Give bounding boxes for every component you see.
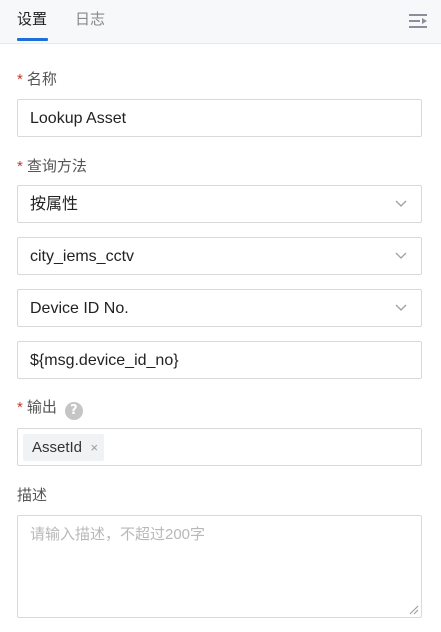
output-label-text: 输出: [26, 399, 57, 416]
collection-select[interactable]: city_iems_cctv: [17, 237, 422, 275]
required-mark: *: [17, 71, 23, 88]
tab-logs[interactable]: 日志: [75, 10, 105, 30]
output-tag: AssetId ×: [23, 434, 105, 461]
chevron-down-icon: [395, 252, 407, 259]
query-method-label-text: 查询方法: [26, 158, 87, 175]
attribute-select[interactable]: Device ID No.: [17, 289, 422, 327]
collection-value: city_iems_cctv: [30, 248, 135, 265]
required-mark: *: [17, 158, 23, 175]
name-label: * 名称: [17, 70, 57, 90]
required-mark: *: [17, 399, 23, 416]
description-label: 描述: [17, 487, 48, 504]
query-method-label: * 查询方法: [17, 157, 87, 177]
attribute-value: Device ID No.: [30, 300, 129, 317]
output-tag-input[interactable]: AssetId ×: [17, 428, 422, 466]
chevron-down-icon: [395, 200, 407, 207]
close-icon[interactable]: ×: [90, 434, 98, 461]
name-label-text: 名称: [26, 71, 57, 88]
expression-input[interactable]: ${msg.device_id_no}: [17, 341, 422, 379]
help-icon[interactable]: ?: [64, 402, 83, 420]
resize-handle-icon[interactable]: [409, 605, 419, 615]
output-tag-label: AssetId: [32, 439, 83, 456]
tab-settings[interactable]: 设置: [17, 10, 47, 30]
expression-value: ${msg.device_id_no}: [30, 352, 179, 369]
description-textarea[interactable]: 请输入描述，不超过200字: [17, 515, 422, 618]
query-method-select[interactable]: 按属性: [17, 185, 422, 223]
name-input-value: Lookup Asset: [30, 110, 127, 127]
active-tab-indicator: [17, 38, 48, 41]
output-label: * 输出?: [17, 398, 83, 420]
query-method-value: 按属性: [30, 196, 79, 213]
collapse-menu-icon[interactable]: [409, 12, 429, 30]
name-input[interactable]: Lookup Asset: [17, 99, 422, 137]
chevron-down-icon: [395, 304, 407, 311]
description-placeholder: 请输入描述，不超过200字: [30, 526, 206, 543]
tab-bar: 设置 日志: [0, 0, 441, 44]
